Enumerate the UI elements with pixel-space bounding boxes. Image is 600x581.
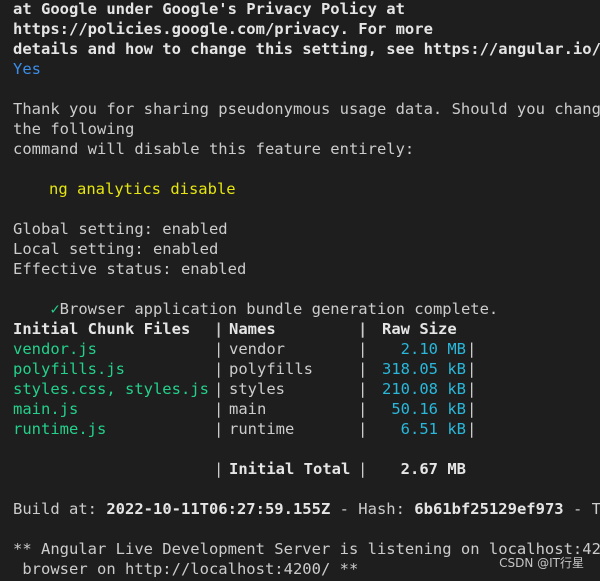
time-label: - Time — [572, 500, 600, 518]
row-size: 6.51 kB — [400, 420, 466, 438]
column-separator: | — [358, 460, 368, 478]
column-separator: | — [467, 400, 477, 418]
table-header: Initial Chunk Files | Names | Raw Size — [13, 319, 593, 339]
row-file: styles.css, styles.js — [13, 380, 209, 398]
row-size: 50.16 kB — [391, 400, 466, 418]
column-separator: | — [358, 420, 368, 438]
row-name: main — [229, 400, 267, 418]
row-size: 210.08 kB — [382, 380, 466, 398]
column-separator: | — [467, 340, 477, 358]
privacy-line-1: at Google under Google's Privacy Policy … — [13, 0, 405, 18]
table-row: styles.css, styles.js | styles | 210.08 … — [13, 379, 593, 399]
column-separator: | — [358, 340, 368, 358]
column-separator: | — [358, 400, 368, 418]
build-at-label: Build at: — [13, 500, 107, 518]
check-icon: ✓ — [50, 300, 60, 318]
column-separator: | — [467, 360, 477, 378]
column-separator: | — [214, 340, 224, 358]
column-separator: | — [467, 420, 477, 438]
privacy-line-3: details and how to change this setting, … — [13, 40, 600, 58]
privacy-line-2: https://policies.google.com/privacy. For… — [13, 20, 433, 38]
build-complete-line: ✓Browser application bundle generation c… — [13, 279, 498, 318]
row-name: styles — [229, 380, 285, 398]
column-separator: | — [214, 380, 224, 398]
build-complete-text: Browser application bundle generation co… — [59, 300, 499, 318]
table-row: runtime.js | runtime | 6.51 kB | — [13, 419, 593, 439]
disable-command: ng analytics disable — [49, 180, 236, 198]
row-size: 318.05 kB — [382, 360, 466, 378]
thanks-message: Thank you for sharing pseudonymous usage… — [13, 100, 600, 118]
table-row: vendor.js | vendor | 2.10 MB | — [13, 339, 593, 359]
hash-label: - Hash: — [330, 500, 415, 518]
table-total-row: | Initial Total | 2.67 MB — [13, 459, 593, 479]
column-separator: | — [358, 360, 368, 378]
column-separator: | — [214, 360, 224, 378]
row-file: main.js — [13, 400, 79, 418]
total-label: Initial Total — [229, 460, 351, 478]
column-separator: | — [214, 420, 224, 438]
server-line-2: browser on http://localhost:4200/ ** — [13, 560, 359, 578]
analytics-answer: Yes — [13, 60, 41, 78]
global-setting: Global setting: enabled — [13, 220, 228, 238]
column-separator: | — [214, 400, 224, 418]
column-separator: | — [214, 460, 224, 478]
command-intro: command will disable this feature entire… — [13, 140, 415, 158]
build-hash: 6b61bf25129ef973 — [414, 500, 564, 518]
build-info-line: Build at: 2022-10-11T06:27:59.155Z - Has… — [13, 499, 600, 519]
row-name: polyfills — [229, 360, 313, 378]
header-names: Names — [229, 320, 276, 338]
row-file: vendor.js — [13, 340, 97, 358]
column-separator: | — [214, 320, 224, 338]
row-name: runtime — [229, 420, 295, 438]
terminal-window[interactable]: at Google under Google's Privacy Policy … — [0, 0, 600, 581]
effective-status: Effective status: enabled — [13, 260, 247, 278]
row-file: polyfills.js — [13, 360, 125, 378]
column-separator: | — [467, 380, 477, 398]
table-row: polyfills.js | polyfills | 318.05 kB | — [13, 359, 593, 379]
row-name: vendor — [229, 340, 285, 358]
header-size: Raw Size — [382, 320, 457, 338]
column-separator: | — [358, 320, 368, 338]
csdn-watermark: CSDN @IT行星 — [499, 556, 584, 570]
build-time: 2022-10-11T06:27:59.155Z — [106, 500, 331, 518]
total-size: 2.67 MB — [400, 460, 466, 478]
row-file: runtime.js — [13, 420, 107, 438]
column-separator: | — [358, 380, 368, 398]
row-size: 2.10 MB — [400, 340, 466, 358]
header-files: Initial Chunk Files — [13, 320, 191, 338]
table-row: main.js | main | 50.16 kB | — [13, 399, 593, 419]
following-text: the following — [13, 120, 135, 138]
local-setting: Local setting: enabled — [13, 240, 219, 258]
